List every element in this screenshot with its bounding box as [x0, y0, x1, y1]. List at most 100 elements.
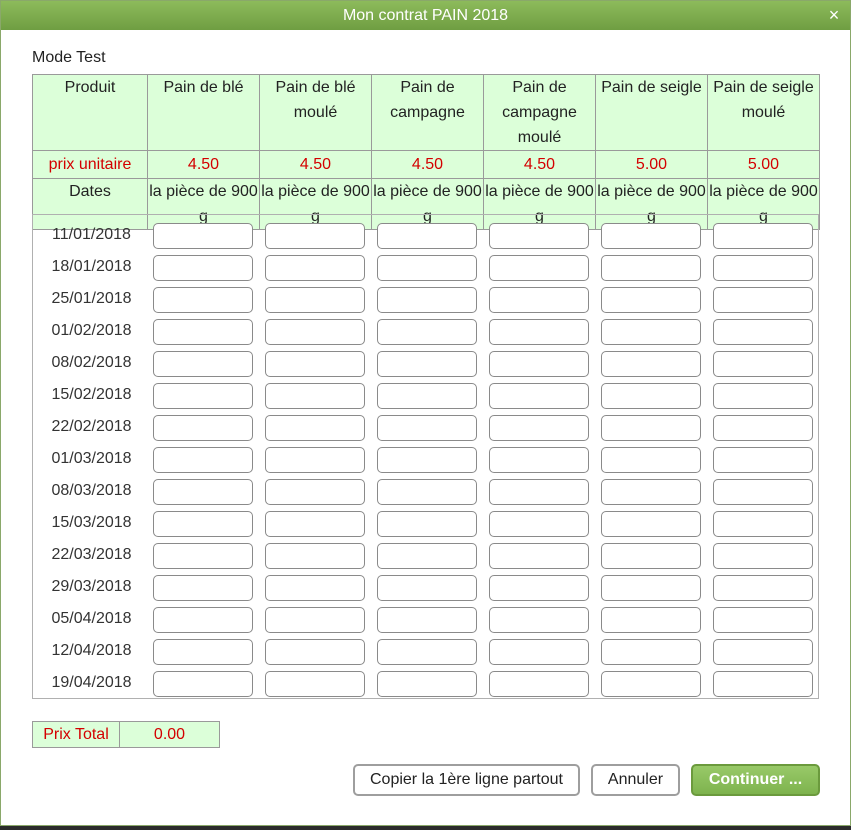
- quantity-input[interactable]: [489, 511, 589, 537]
- quantity-input[interactable]: [377, 415, 477, 441]
- quantity-input[interactable]: [601, 479, 701, 505]
- quantity-input[interactable]: [489, 607, 589, 633]
- total-label: Prix Total: [32, 721, 120, 748]
- quantity-input[interactable]: [601, 447, 701, 473]
- quantity-input[interactable]: [489, 319, 589, 345]
- quantity-input[interactable]: [713, 255, 813, 281]
- quantity-input[interactable]: [601, 287, 701, 313]
- quantity-input[interactable]: [153, 415, 253, 441]
- quantity-input[interactable]: [713, 607, 813, 633]
- quantity-input[interactable]: [377, 543, 477, 569]
- quantity-input[interactable]: [713, 671, 813, 697]
- quantity-input[interactable]: [713, 639, 813, 665]
- quantity-input[interactable]: [713, 543, 813, 569]
- quantity-input[interactable]: [153, 511, 253, 537]
- quantity-input[interactable]: [713, 511, 813, 537]
- quantity-input[interactable]: [713, 575, 813, 601]
- quantity-input[interactable]: [713, 383, 813, 409]
- quantity-input[interactable]: [601, 671, 701, 697]
- quantity-input[interactable]: [489, 447, 589, 473]
- quantity-input[interactable]: [601, 543, 701, 569]
- quantity-input[interactable]: [713, 351, 813, 377]
- quantity-input[interactable]: [489, 479, 589, 505]
- quantity-input[interactable]: [377, 287, 477, 313]
- quantity-input[interactable]: [153, 607, 253, 633]
- quantity-input[interactable]: [713, 447, 813, 473]
- quantity-input[interactable]: [601, 319, 701, 345]
- quantity-input[interactable]: [489, 223, 589, 249]
- quantity-input[interactable]: [377, 479, 477, 505]
- quantity-input[interactable]: [601, 575, 701, 601]
- quantity-input[interactable]: [153, 287, 253, 313]
- quantity-input[interactable]: [265, 479, 365, 505]
- quantity-input[interactable]: [265, 223, 365, 249]
- quantity-input[interactable]: [489, 351, 589, 377]
- quantity-input[interactable]: [489, 639, 589, 665]
- quantity-input[interactable]: [601, 511, 701, 537]
- quantity-input[interactable]: [377, 447, 477, 473]
- quantity-input[interactable]: [601, 351, 701, 377]
- quantity-input[interactable]: [489, 383, 589, 409]
- quantity-input[interactable]: [153, 255, 253, 281]
- quantity-input[interactable]: [153, 351, 253, 377]
- quantity-input[interactable]: [601, 415, 701, 441]
- quantity-input[interactable]: [601, 383, 701, 409]
- quantity-input[interactable]: [265, 671, 365, 697]
- quantity-input[interactable]: [153, 671, 253, 697]
- quantity-input[interactable]: [377, 575, 477, 601]
- quantity-input[interactable]: [153, 383, 253, 409]
- quantity-input[interactable]: [265, 415, 365, 441]
- quantity-input[interactable]: [377, 223, 477, 249]
- quantity-input[interactable]: [265, 543, 365, 569]
- quantity-input[interactable]: [713, 287, 813, 313]
- quantity-input[interactable]: [265, 351, 365, 377]
- quantity-input[interactable]: [377, 383, 477, 409]
- quantity-input[interactable]: [153, 479, 253, 505]
- quantity-input[interactable]: [377, 255, 477, 281]
- quantity-input[interactable]: [377, 511, 477, 537]
- quantity-input[interactable]: [377, 671, 477, 697]
- quantity-input[interactable]: [601, 223, 701, 249]
- quantity-input[interactable]: [713, 415, 813, 441]
- quantity-input[interactable]: [265, 319, 365, 345]
- quantity-input[interactable]: [153, 639, 253, 665]
- quantity-input[interactable]: [489, 671, 589, 697]
- quantity-input[interactable]: [265, 575, 365, 601]
- quantity-input[interactable]: [713, 223, 813, 249]
- copy-first-row-button[interactable]: Copier la 1ère ligne partout: [353, 764, 580, 796]
- quantity-input[interactable]: [489, 287, 589, 313]
- quantity-input[interactable]: [153, 543, 253, 569]
- quantity-input[interactable]: [377, 319, 477, 345]
- quantity-input[interactable]: [265, 511, 365, 537]
- quantity-input[interactable]: [153, 223, 253, 249]
- quantity-input[interactable]: [377, 639, 477, 665]
- quantity-input[interactable]: [265, 447, 365, 473]
- quantity-input[interactable]: [265, 383, 365, 409]
- row-date: 22/02/2018: [51, 418, 132, 435]
- continue-button[interactable]: Continuer ...: [691, 764, 820, 796]
- row-date: 08/02/2018: [51, 354, 132, 371]
- quantity-input[interactable]: [153, 447, 253, 473]
- quantity-input[interactable]: [489, 255, 589, 281]
- quantity-input[interactable]: [153, 575, 253, 601]
- close-icon[interactable]: ×: [826, 1, 842, 30]
- quantity-input[interactable]: [153, 319, 253, 345]
- quantity-input[interactable]: [377, 607, 477, 633]
- quantity-input[interactable]: [601, 255, 701, 281]
- quantity-input[interactable]: [601, 607, 701, 633]
- product-price: 5.00: [707, 150, 820, 179]
- quantity-input[interactable]: [377, 351, 477, 377]
- product-name: Pain de campagne: [371, 74, 484, 151]
- quantity-input[interactable]: [489, 543, 589, 569]
- quantity-input[interactable]: [489, 575, 589, 601]
- quantity-input[interactable]: [713, 319, 813, 345]
- quantity-input[interactable]: [265, 287, 365, 313]
- quantity-input[interactable]: [713, 479, 813, 505]
- quantity-input[interactable]: [265, 607, 365, 633]
- quantity-input[interactable]: [489, 415, 589, 441]
- quantity-input[interactable]: [265, 639, 365, 665]
- table-row: 18/01/2018: [33, 250, 818, 282]
- cancel-button[interactable]: Annuler: [591, 764, 680, 796]
- quantity-input[interactable]: [265, 255, 365, 281]
- quantity-input[interactable]: [601, 639, 701, 665]
